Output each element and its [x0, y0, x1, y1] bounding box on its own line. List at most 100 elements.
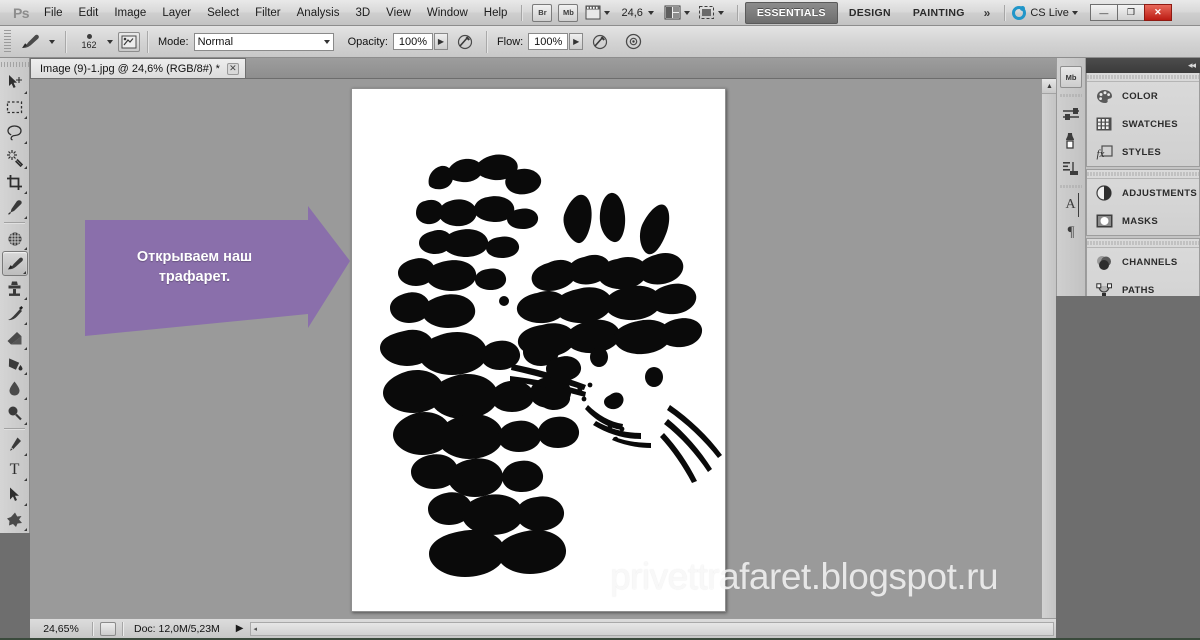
- eyedropper-tool[interactable]: [2, 195, 28, 220]
- menu-analysis[interactable]: Analysis: [289, 4, 348, 22]
- menu-layer[interactable]: Layer: [154, 4, 199, 22]
- tool-divider: [4, 222, 25, 224]
- brush-preset-chevron-down-icon[interactable]: [49, 39, 55, 44]
- brush-size-chevron-down-icon[interactable]: [107, 39, 113, 44]
- panel-group-grip[interactable]: [1087, 170, 1199, 179]
- tool-expand-corner: [23, 166, 27, 169]
- zoom-chevron-down-icon[interactable]: [647, 10, 654, 15]
- blur-tool[interactable]: [2, 376, 28, 401]
- tool-expand-corner: [23, 528, 27, 531]
- workspace-painting[interactable]: PAINTING: [902, 3, 976, 23]
- airbrush-button[interactable]: [622, 31, 644, 53]
- horizontal-scrollbar[interactable]: ◂: [249, 621, 1054, 636]
- dock-separator-1: [1060, 92, 1082, 99]
- spot-healing-brush-tool[interactable]: [2, 226, 28, 251]
- panel-group-grip[interactable]: [1087, 239, 1199, 248]
- zoom-level-value[interactable]: 24,6: [621, 7, 642, 19]
- document-thumbnail-icon[interactable]: [100, 621, 116, 636]
- panel-item-adjustments[interactable]: ADJUSTMENTS: [1087, 179, 1199, 207]
- menu-select[interactable]: Select: [199, 4, 247, 22]
- history-brush-tool[interactable]: [2, 301, 28, 326]
- view-extras-icon: [585, 5, 601, 20]
- status-play-icon[interactable]: ▶: [230, 623, 250, 634]
- canvas-vertical-scrollbar[interactable]: ▲: [1041, 79, 1056, 618]
- workspace-design[interactable]: DESIGN: [838, 3, 902, 23]
- tool-expand-corner: [23, 347, 27, 350]
- flow-pressure-button[interactable]: [589, 31, 611, 53]
- quick-selection-tool[interactable]: [2, 145, 28, 170]
- document-canvas[interactable]: [351, 88, 726, 612]
- mini-bridge-dock-icon[interactable]: Mb: [1060, 66, 1082, 88]
- scroll-left-icon[interactable]: ◂: [251, 625, 258, 633]
- gradient-tool[interactable]: [2, 351, 28, 376]
- menu-view[interactable]: View: [378, 4, 419, 22]
- flow-stepper[interactable]: ▶: [569, 33, 584, 50]
- collapse-panels-icon[interactable]: ◂◂: [1188, 60, 1196, 71]
- status-zoom-value[interactable]: 24,65%: [30, 623, 92, 635]
- minimize-button[interactable]: —: [1089, 4, 1118, 21]
- menu-file[interactable]: File: [36, 4, 71, 22]
- panel-item-color[interactable]: COLOR: [1087, 82, 1199, 110]
- brush-size-display[interactable]: 162: [74, 33, 104, 50]
- document-tab[interactable]: Image (9)-1.jpg @ 24,6% (RGB/8#) * ✕: [30, 58, 246, 78]
- canvas-work-area[interactable]: privettrafaret.blogspot.ru ▲: [30, 79, 1056, 618]
- screenmode-chevron-down-icon: [717, 10, 724, 15]
- menu-filter[interactable]: Filter: [247, 4, 289, 22]
- masks-dock-icon[interactable]: [1058, 129, 1084, 153]
- opacity-pressure-button[interactable]: [454, 31, 476, 53]
- panel-group-grip[interactable]: [1087, 73, 1199, 82]
- rectangular-marquee-tool[interactable]: [2, 95, 28, 120]
- close-button[interactable]: ✕: [1143, 4, 1172, 21]
- panel-item-masks[interactable]: MASKS: [1087, 207, 1199, 235]
- mini-bridge-icon[interactable]: Mb: [558, 3, 579, 22]
- status-doc-info[interactable]: Doc: 12,0M/5,23M: [124, 623, 230, 635]
- panel-item-channels[interactable]: CHANNELS: [1087, 248, 1199, 276]
- panel-group-color: COLOR SWATCHES fx STYLES: [1086, 73, 1200, 167]
- blend-mode-value: Normal: [197, 35, 234, 48]
- menu-edit[interactable]: Edit: [71, 4, 107, 22]
- screen-mode-toggle[interactable]: [698, 5, 727, 20]
- menu-3d[interactable]: 3D: [347, 4, 378, 22]
- dodge-tool[interactable]: [2, 401, 28, 426]
- tool-expand-corner: [23, 453, 27, 456]
- paragraph-dock-icon[interactable]: ¶: [1058, 220, 1084, 244]
- pen-tool[interactable]: [2, 432, 28, 457]
- view-extras-button[interactable]: [585, 5, 613, 20]
- brush-tool-preview-icon[interactable]: [16, 31, 46, 53]
- opacity-stepper[interactable]: ▶: [433, 33, 448, 50]
- custom-shape-tool[interactable]: [2, 507, 28, 532]
- bridge-icon[interactable]: Br: [532, 3, 553, 22]
- close-icon[interactable]: ✕: [226, 62, 239, 75]
- restore-button[interactable]: ❐: [1116, 4, 1145, 21]
- clone-stamp-tool[interactable]: [2, 276, 28, 301]
- panel-item-styles[interactable]: fx STYLES: [1087, 138, 1199, 166]
- brush-tool[interactable]: [1, 251, 28, 276]
- workspace-essentials[interactable]: ESSENTIALS: [744, 1, 838, 24]
- cs-live-button[interactable]: CS Live: [1012, 5, 1081, 20]
- character-dock-icon[interactable]: A: [1064, 193, 1079, 217]
- options-bar-grip[interactable]: [4, 29, 11, 54]
- panel-item-swatches[interactable]: SWATCHES: [1087, 110, 1199, 138]
- blend-mode-select[interactable]: Normal: [193, 32, 334, 51]
- menu-help[interactable]: Help: [476, 4, 516, 22]
- move-tool[interactable]: [2, 70, 28, 95]
- path-selection-tool[interactable]: [2, 482, 28, 507]
- menu-window[interactable]: Window: [419, 4, 476, 22]
- menu-image[interactable]: Image: [106, 4, 154, 22]
- scroll-up-icon[interactable]: ▲: [1042, 79, 1056, 94]
- view-extras-chevron-down-icon: [604, 10, 611, 15]
- workspace-more-icon[interactable]: »: [976, 6, 999, 20]
- adjustments-dock-icon[interactable]: [1058, 102, 1084, 126]
- opacity-input[interactable]: 100%: [392, 33, 433, 50]
- horizontal-type-tool[interactable]: T: [2, 457, 28, 482]
- histogram-dock-icon[interactable]: [1058, 156, 1084, 180]
- lasso-tool[interactable]: [2, 120, 28, 145]
- eraser-tool[interactable]: [2, 326, 28, 351]
- brush-panel-button[interactable]: [118, 31, 140, 52]
- crop-tool[interactable]: [2, 170, 28, 195]
- tools-panel-grip[interactable]: [0, 58, 29, 70]
- eraser-tool-icon: [7, 332, 21, 345]
- flow-input[interactable]: 100%: [528, 33, 569, 50]
- status-bar: 24,65% Doc: 12,0M/5,23M ▶ ◂: [30, 618, 1056, 638]
- screen-mode-button[interactable]: [664, 5, 693, 20]
